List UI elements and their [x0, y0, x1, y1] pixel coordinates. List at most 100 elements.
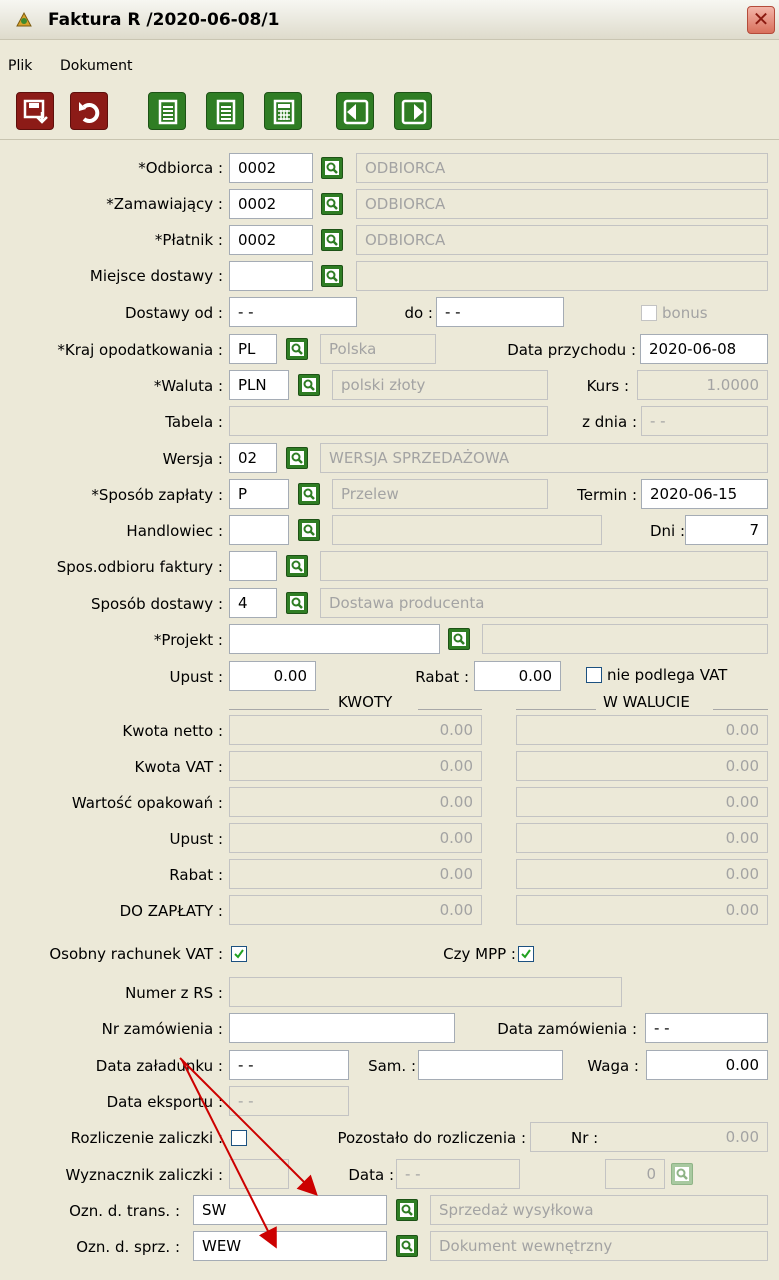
wersja-code-input[interactable]: 02 — [229, 443, 277, 473]
pozostalo-label: Pozostało do rozliczenia : — [337, 1129, 526, 1147]
do-input[interactable]: - - — [436, 297, 564, 327]
data-przychodu-label: Data przychodu : — [507, 341, 636, 359]
exit-left-icon — [343, 99, 369, 125]
document-button-2[interactable] — [206, 92, 244, 130]
dostawy-od-input[interactable]: - - — [229, 297, 357, 327]
handlowiec-label: Handlowiec : — [126, 522, 223, 540]
data-zamowienia-input[interactable]: - - — [645, 1013, 768, 1043]
zamawiajacy-code-input[interactable]: 0002 — [229, 189, 313, 219]
odbiorca-name-field: ODBIORCA — [356, 153, 768, 183]
platnik-lookup-button[interactable] — [321, 229, 343, 251]
odbiorca-code-input[interactable]: 0002 — [229, 153, 313, 183]
wyznacznik-field — [229, 1159, 289, 1189]
waluta-lookup-button[interactable] — [298, 374, 320, 396]
check-icon — [521, 949, 531, 959]
upust-sum-label: Upust : — [169, 830, 223, 848]
exit-right-button[interactable] — [394, 92, 432, 130]
miejsce-dostawy-lookup-button[interactable] — [321, 265, 343, 287]
wersja-name-field: WERSJA SPRZEDAŻOWA — [320, 443, 768, 473]
sposob-dostawy-name-field: Dostawa producenta — [320, 588, 768, 618]
projekt-label: *Projekt : — [153, 631, 223, 649]
magnifier-icon — [325, 161, 339, 175]
waga-input[interactable]: 0.00 — [646, 1050, 768, 1080]
bonus-checkbox[interactable] — [641, 305, 657, 321]
rabat-sum-waluta-field: 0.00 — [516, 859, 768, 889]
ozn-trans-input[interactable]: SW — [193, 1195, 387, 1225]
kurs-label: Kurs : — [586, 377, 629, 395]
magnifier-icon — [290, 596, 304, 610]
data-lookup-button[interactable] — [671, 1163, 693, 1185]
undo-button[interactable] — [70, 92, 108, 130]
projekt-code-input[interactable] — [229, 624, 440, 654]
miejsce-dostawy-code-input[interactable] — [229, 261, 313, 291]
magnifier-icon — [325, 197, 339, 211]
platnik-code-input[interactable]: 0002 — [229, 225, 313, 255]
sposob-zaplaty-code-input[interactable]: P — [229, 479, 289, 509]
menu-document[interactable]: Dokument — [60, 58, 133, 74]
rabat-sum-field: 0.00 — [229, 859, 482, 889]
projekt-name-field — [482, 624, 768, 654]
ozn-sprz-lookup-button[interactable] — [396, 1235, 418, 1257]
magnifier-icon — [290, 342, 304, 356]
bonus-label: bonus — [662, 304, 708, 322]
projekt-lookup-button[interactable] — [448, 628, 470, 650]
rabat-input[interactable]: 0.00 — [474, 661, 561, 691]
data-zamowienia-label: Data zamówienia : — [497, 1020, 637, 1038]
handlowiec-code-input[interactable] — [229, 515, 289, 545]
rozliczenie-checkbox[interactable] — [231, 1130, 247, 1146]
spos-odbioru-lookup-button[interactable] — [286, 555, 308, 577]
dni-input[interactable]: 7 — [685, 515, 768, 545]
osobny-rachunek-checkbox[interactable] — [231, 946, 247, 962]
exit-left-button[interactable] — [336, 92, 374, 130]
magnifier-icon — [302, 487, 316, 501]
ozn-trans-name-field: Sprzedaż wysyłkowa — [430, 1195, 768, 1225]
document-button-1[interactable] — [148, 92, 186, 130]
zamawiajacy-name-field: ODBIORCA — [356, 189, 768, 219]
sposob-zaplaty-lookup-button[interactable] — [298, 483, 320, 505]
magnifier-icon — [325, 269, 339, 283]
zamawiajacy-label: *Zamawiający : — [106, 195, 223, 213]
sam-input[interactable] — [418, 1050, 563, 1080]
termin-input[interactable]: 2020-06-15 — [641, 479, 768, 509]
termin-label: Termin : — [577, 486, 637, 504]
nie-podlega-vat-checkbox[interactable] — [586, 667, 602, 683]
data-przychodu-input[interactable]: 2020-06-08 — [640, 334, 768, 364]
wersja-lookup-button[interactable] — [286, 447, 308, 469]
sposob-dostawy-code-input[interactable]: 4 — [229, 588, 277, 618]
save-button[interactable] — [16, 92, 54, 130]
close-button[interactable]: ✕ — [747, 6, 775, 34]
kraj-lookup-button[interactable] — [286, 338, 308, 360]
waluta-code-input[interactable]: PLN — [229, 370, 289, 400]
upust-input[interactable]: 0.00 — [229, 661, 316, 691]
magnifier-icon — [325, 233, 339, 247]
sposob-dostawy-lookup-button[interactable] — [286, 592, 308, 614]
czy-mpp-checkbox[interactable] — [518, 946, 534, 962]
waluta-header-line-right — [713, 709, 768, 710]
document-icon — [158, 99, 178, 125]
spos-odbioru-code-input[interactable] — [229, 551, 277, 581]
tabela-field — [229, 406, 548, 436]
ozn-trans-lookup-button[interactable] — [396, 1199, 418, 1221]
magnifier-icon — [675, 1167, 689, 1181]
data-zaladunku-input[interactable]: - - — [229, 1050, 349, 1080]
menu-file[interactable]: Plik — [8, 58, 32, 74]
title-bar: Faktura R /2020-06-08/1 ✕ — [0, 0, 779, 40]
odbiorca-lookup-button[interactable] — [321, 157, 343, 179]
kraj-code-input[interactable]: PL — [229, 334, 277, 364]
spos-odbioru-label: Spos.odbioru faktury : — [56, 558, 223, 576]
magnifier-icon — [302, 523, 316, 537]
sam-label: Sam. : — [368, 1057, 416, 1075]
magnifier-icon — [452, 632, 466, 646]
ozn-sprz-name-field: Dokument wewnętrzny — [430, 1231, 768, 1261]
z-dnia-field: - - — [641, 406, 768, 436]
exit-right-icon — [401, 99, 427, 125]
waluta-header: W WALUCIE — [603, 693, 690, 711]
kwoty-header-line-left — [229, 709, 329, 710]
ozn-sprz-input[interactable]: WEW — [193, 1231, 387, 1261]
handlowiec-lookup-button[interactable] — [298, 519, 320, 541]
handlowiec-name-field — [332, 515, 602, 545]
kwota-vat-label: Kwota VAT : — [134, 758, 223, 776]
zamawiajacy-lookup-button[interactable] — [321, 193, 343, 215]
calculator-button[interactable] — [264, 92, 302, 130]
nr-zamowienia-input[interactable] — [229, 1013, 455, 1043]
